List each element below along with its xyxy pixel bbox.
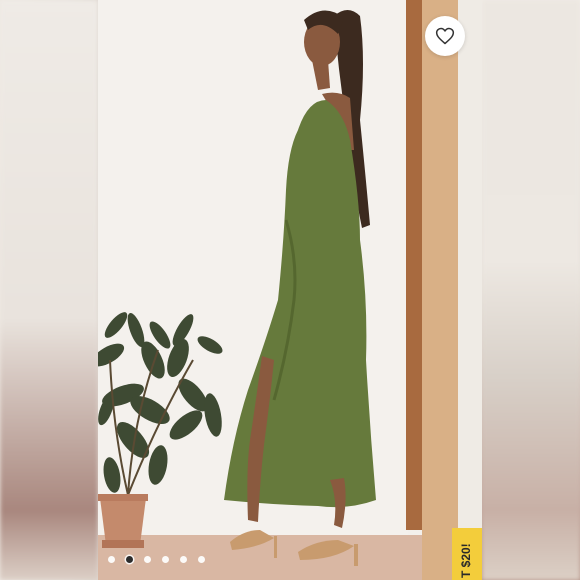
gallery-dot[interactable] bbox=[180, 556, 187, 563]
left-blur-panel bbox=[0, 0, 98, 580]
model-figure bbox=[224, 10, 376, 566]
heart-outline-icon bbox=[435, 27, 455, 45]
gallery-pagination bbox=[108, 556, 205, 563]
favorite-button[interactable] bbox=[425, 16, 465, 56]
right-blur-panel bbox=[482, 0, 580, 580]
promo-banner[interactable]: T $20! bbox=[452, 528, 482, 580]
gallery-dot[interactable] bbox=[198, 556, 205, 563]
promo-label: T $20! bbox=[459, 543, 473, 578]
gallery-dot[interactable] bbox=[144, 556, 151, 563]
product-photo[interactable] bbox=[98, 0, 482, 580]
gallery-dot[interactable] bbox=[162, 556, 169, 563]
gallery-dot[interactable] bbox=[108, 556, 115, 563]
gallery-dot[interactable] bbox=[126, 556, 133, 563]
